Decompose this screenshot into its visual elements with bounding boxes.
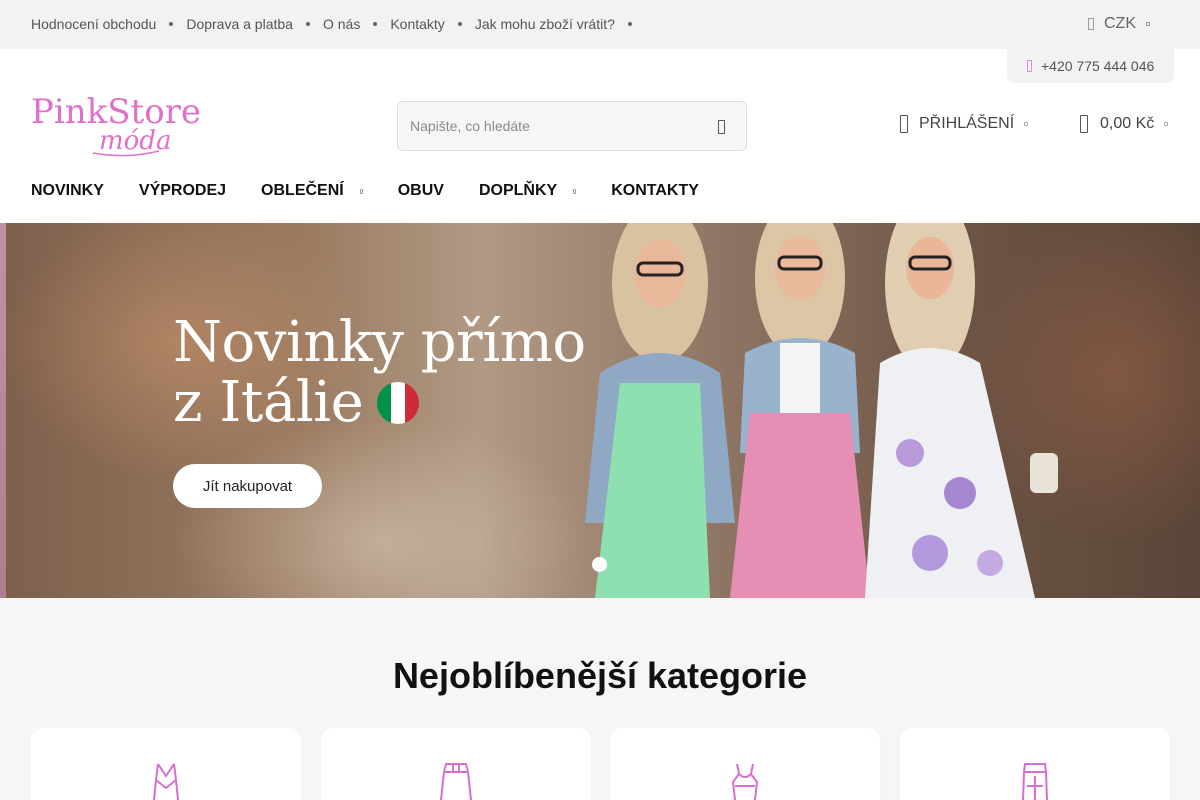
hero-title: Novinky přímo z Itálie <box>173 313 586 433</box>
hero-banner[interactable]: Novinky přímo z Itálie Jít nakupovat <box>0 223 1200 598</box>
flag-stripe <box>391 381 406 424</box>
logo-text-sub: móda <box>99 126 171 156</box>
separator-dot <box>627 22 632 26</box>
nav-label: OBLEČENÍ <box>261 182 344 199</box>
dress-icon <box>153 763 179 800</box>
model-face <box>634 239 686 307</box>
carousel-dot[interactable] <box>592 557 607 572</box>
cart-total: 0,00 Kč <box>1100 115 1155 132</box>
nav-item-kontakty[interactable]: KONTAKTY <box>611 182 699 200</box>
search-box <box>397 101 747 151</box>
italy-flag-icon <box>377 381 420 424</box>
top-link-kontakty[interactable]: Kontakty <box>390 16 444 32</box>
top-icon <box>732 763 759 800</box>
category-card-skirts[interactable] <box>320 728 591 800</box>
separator-dot <box>373 22 378 26</box>
separator-dot <box>305 22 310 26</box>
chevron-down-icon <box>1164 122 1169 126</box>
currency-selector[interactable]: CZK <box>1088 15 1150 33</box>
model-pants <box>730 413 870 598</box>
chevron-down-icon <box>1146 22 1150 26</box>
hero-models-image <box>585 223 1058 598</box>
categories-title: Nejoblíbenější kategorie <box>392 655 808 696</box>
dress-flower <box>977 550 1003 576</box>
nav-item-novinky[interactable]: NOVINKY <box>31 182 104 200</box>
separator-dot <box>457 22 462 26</box>
header: +420 775 444 046 PinkStore móda PŘIHLÁŠE… <box>0 49 1200 223</box>
currency-icon <box>1088 18 1094 30</box>
dress-flower <box>912 535 948 571</box>
dress-flower <box>896 439 924 467</box>
top-link-doprava[interactable]: Doprava a platba <box>186 16 293 32</box>
nav-label: KONTAKTY <box>611 182 699 199</box>
pants-icon <box>1021 763 1048 800</box>
login-label: PŘIHLÁŠENÍ <box>919 115 1015 132</box>
nav-label: DOPLŇKY <box>478 182 558 199</box>
top-link-o-nas[interactable]: O nás <box>323 16 360 32</box>
chevron-down-icon <box>359 188 363 194</box>
chevron-down-icon <box>573 188 577 194</box>
category-card-pants[interactable] <box>899 728 1170 800</box>
main-nav: NOVINKY VÝPRODEJ OBLEČENÍ OBUV DOPLŇKY K… <box>31 182 734 200</box>
top-links: Hodnocení obchodu Doprava a platba O nás… <box>31 16 645 32</box>
category-card-tops[interactable] <box>610 728 881 800</box>
chevron-down-icon <box>1024 122 1029 126</box>
phone-number: +420 775 444 046 <box>1041 58 1155 74</box>
nav-label: OBUV <box>397 182 444 199</box>
nav-label: NOVINKY <box>31 182 104 199</box>
hero-edge <box>0 223 6 598</box>
search-icon[interactable] <box>718 120 725 134</box>
login-button[interactable]: PŘIHLÁŠENÍ <box>900 115 1029 133</box>
hero-title-line-2: z Itálie <box>173 373 586 433</box>
flag-stripe <box>377 381 392 424</box>
currency-label: CZK <box>1104 15 1136 32</box>
dress-flower <box>944 477 976 509</box>
search-input[interactable] <box>398 102 698 150</box>
model-floral-dress <box>865 348 1035 598</box>
handbag <box>1030 453 1058 493</box>
nav-item-doplnky[interactable]: DOPLŇKY <box>478 182 577 200</box>
hero-title-line-1: Novinky přímo <box>173 310 586 375</box>
phone-contact[interactable]: +420 775 444 046 <box>1007 49 1174 83</box>
cart-icon <box>1080 115 1088 133</box>
skirt-icon <box>439 763 472 800</box>
nav-item-vyprodej[interactable]: VÝPRODEJ <box>139 182 226 200</box>
nav-item-obleceni[interactable]: OBLEČENÍ <box>261 182 363 200</box>
model-top <box>780 343 820 413</box>
top-link-hodnoceni[interactable]: Hodnocení obchodu <box>31 16 156 32</box>
phone-icon <box>1027 60 1032 72</box>
user-icon <box>900 115 908 133</box>
nav-item-obuv[interactable]: OBUV <box>398 182 444 200</box>
shop-now-button[interactable]: Jít nakupovat <box>173 464 322 508</box>
separator-dot <box>169 22 174 26</box>
flag-stripe <box>405 381 420 424</box>
top-link-vraceni[interactable]: Jak mohu zboží vrátit? <box>475 16 615 32</box>
cart-button[interactable]: 0,00 Kč <box>1080 115 1169 133</box>
category-card-dresses[interactable] <box>31 728 301 800</box>
nav-label: VÝPRODEJ <box>138 182 227 199</box>
category-cards <box>31 728 1170 800</box>
hero-title-text: z Itálie <box>173 370 364 435</box>
top-bar: Hodnocení obchodu Doprava a platba O nás… <box>0 0 1200 49</box>
pinkstore-logo[interactable]: PinkStore móda <box>31 89 201 159</box>
